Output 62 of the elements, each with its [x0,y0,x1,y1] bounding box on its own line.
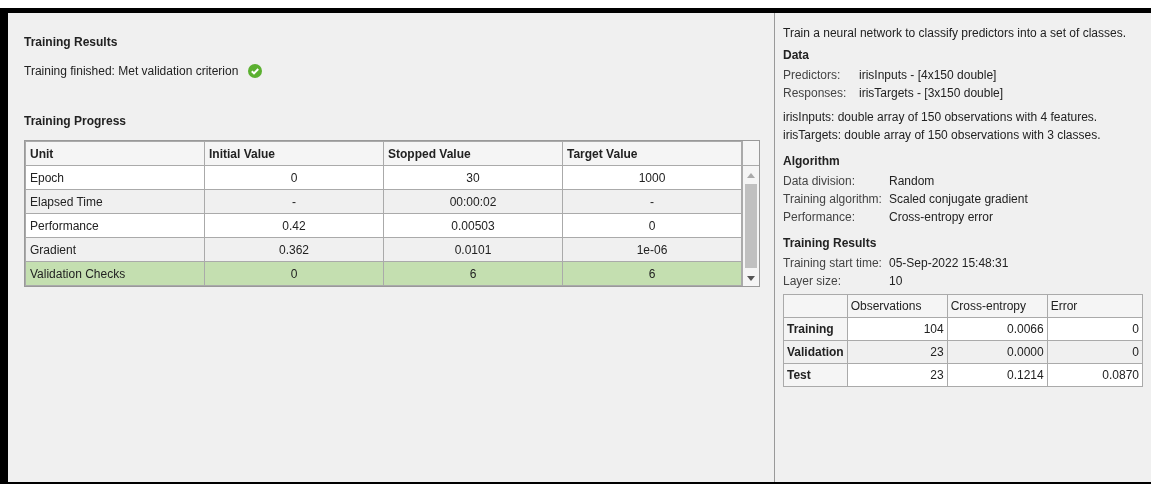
table-cell: Validation Checks [25,261,205,286]
table-cell: Epoch [25,165,205,190]
column-header: Cross-entropy [947,294,1048,318]
scroll-down-icon[interactable] [747,276,755,282]
description-text: Train a neural network to classify predictors into a set of classes. [783,26,1128,40]
table-cell: 00:00:02 [383,189,563,214]
row-header: Test [783,363,848,387]
field-label: Responses: [783,85,848,102]
table-cell: - [204,189,384,214]
table-cell: 0 [204,165,384,190]
field-label: Predictors: [783,67,842,84]
table-cell: 1e-06 [562,237,742,262]
table-cell: 0.0066 [947,317,1048,341]
column-header: Unit [25,141,205,166]
section-title: Data [783,48,810,62]
field-value: 10 [889,273,903,290]
table-cell: 0.00503 [383,213,563,238]
table-cell: 0.0870 [1047,363,1143,387]
column-header: Initial Value [204,141,384,166]
field-value: Cross-entropy error [889,209,994,226]
scrollbar-thumb[interactable] [745,184,757,268]
note-text: irisTargets: double array of 150 observations with 3 classes. [783,127,1102,144]
column-header: Observations [847,294,948,318]
table-cell: 0.42 [204,213,384,238]
table-cell: 0 [562,213,742,238]
field-label: Training algorithm: [783,191,883,208]
scroll-up-icon[interactable] [747,172,755,178]
table-cell: 30 [383,165,563,190]
row-header: Training [783,317,848,341]
field-label: Performance: [783,209,857,226]
row-header: Validation [783,340,848,364]
table-cell: 6 [562,261,742,286]
table-cell: 104 [847,317,948,341]
table-cell: Performance [25,213,205,238]
status-text: Training finished: Met validation criterion [24,64,239,78]
table-cell: 0.1214 [947,363,1048,387]
table-cell: 0 [1047,317,1143,341]
field-value: Scaled conjugate gradient [889,191,1028,208]
table-cell: - [562,189,742,214]
table-cell: 0.362 [204,237,384,262]
field-value: irisTargets - [3x150 double] [859,85,1004,102]
section-title: Training Progress [24,114,128,128]
column-header: Stopped Value [383,141,563,166]
note-text: irisInputs: double array of 150 observations with 4 features. [783,109,1099,126]
table-cell: Gradient [25,237,205,262]
field-label: Layer size: [783,273,843,290]
table-cell: 23 [847,363,948,387]
table-cell: 0 [204,261,384,286]
field-label: Data division: [783,173,857,190]
field-value: Random [889,173,935,190]
field-label: Training start time: [783,255,883,272]
table-cell: 1000 [562,165,742,190]
table-cell: 6 [383,261,563,286]
table-cell: Elapsed Time [25,189,205,214]
column-header: Target Value [562,141,742,166]
section-title: Algorithm [783,154,841,168]
section-title: Training Results [24,35,119,49]
section-title: Training Results [783,236,878,250]
field-value: 05-Sep-2022 15:48:31 [889,255,1009,272]
column-header: Error [1047,294,1143,318]
table-cell: 0.0101 [383,237,563,262]
field-value: irisInputs - [4x150 double] [859,67,997,84]
